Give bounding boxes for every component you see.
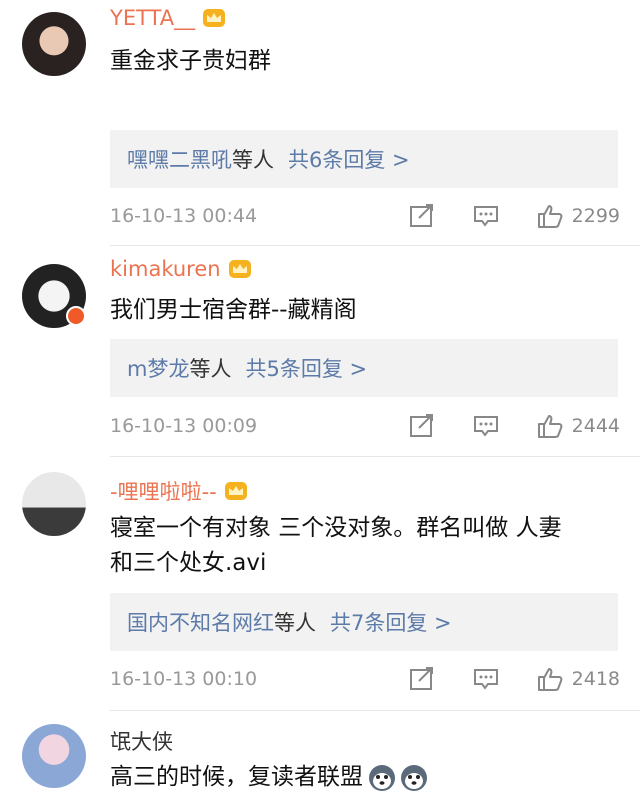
username[interactable]: kimakuren [110, 257, 253, 281]
action-bar: 2299 [408, 201, 620, 231]
like-count: 2418 [571, 668, 620, 690]
reply-names[interactable]: m梦龙 [127, 353, 189, 383]
comment-text-line: 重金求子贵妇群 [110, 48, 271, 74]
reply-count-link[interactable]: 共5条回复 > [245, 353, 367, 383]
crown-icon [228, 260, 251, 278]
comment-text: 寝室一个有对象 三个没对象。群名叫做 人妻 和三个处女.avi [110, 511, 620, 581]
divider [110, 245, 640, 246]
comment-text: 重金求子贵妇群 [110, 44, 620, 79]
share-icon[interactable] [408, 666, 436, 692]
username[interactable]: -哩哩啦啦-- [110, 476, 249, 506]
reply-preview[interactable]: 嘿嘿二黑吼 等人 共6条回复 > [110, 130, 618, 188]
username-text[interactable]: YETTA__ [110, 6, 195, 30]
comment-footer: 16-10-13 00:09 2444 [110, 411, 620, 441]
reply-etc: 等人 [189, 357, 232, 381]
timestamp: 16-10-13 00:44 [110, 205, 258, 227]
share-icon[interactable] [408, 203, 436, 229]
username-text[interactable]: -哩哩啦啦-- [110, 476, 217, 506]
thumbs-up-icon[interactable] [536, 203, 564, 229]
username[interactable]: 氓大侠 [110, 726, 173, 756]
comment-icon[interactable] [472, 666, 500, 692]
thumbs-up-icon[interactable] [536, 666, 564, 692]
action-bar: 2418 [408, 664, 620, 694]
verified-badge [66, 306, 86, 326]
username[interactable]: YETTA__ [110, 6, 227, 30]
husky-emoji-icon [369, 764, 395, 791]
divider [110, 710, 640, 711]
thumbs-up-icon[interactable] [536, 413, 564, 439]
crown-icon [224, 482, 247, 500]
avatar[interactable] [22, 12, 86, 76]
comment-footer: 16-10-13 00:10 2418 [110, 664, 620, 694]
timestamp: 16-10-13 00:10 [110, 668, 258, 690]
comment-text: 我们男士宿舍群--藏精阁 [110, 293, 620, 328]
share-icon[interactable] [408, 413, 436, 439]
comment-icon[interactable] [472, 413, 500, 439]
avatar[interactable] [22, 724, 86, 788]
divider [110, 456, 640, 457]
reply-preview[interactable]: m梦龙 等人 共5条回复 > [110, 339, 618, 397]
comment-text: 高三的时候，复读者联盟 [110, 760, 620, 795]
crown-icon [203, 9, 226, 27]
reply-preview[interactable]: 国内不知名网红 等人 共7条回复 > [110, 593, 618, 651]
comment-text-line: 寝室一个有对象 三个没对象。群名叫做 人妻 [110, 515, 562, 541]
comment-footer: 16-10-13 00:44 2299 [110, 201, 620, 231]
action-bar: 2444 [408, 411, 620, 441]
like-count: 2444 [571, 415, 620, 437]
reply-count-link[interactable]: 共6条回复 > [288, 144, 410, 174]
comment-icon[interactable] [472, 203, 500, 229]
username-text[interactable]: kimakuren [110, 257, 221, 281]
timestamp: 16-10-13 00:09 [110, 415, 258, 437]
reply-etc: 等人 [274, 611, 316, 635]
username-text[interactable]: 氓大侠 [110, 726, 173, 756]
like-count: 2299 [571, 205, 620, 227]
comment-text-line: 我们男士宿舍群--藏精阁 [110, 297, 357, 323]
comment-text-line: 高三的时候，复读者联盟 [110, 764, 363, 790]
reply-names[interactable]: 嘿嘿二黑吼 [127, 144, 232, 174]
comment-text-line: 和三个处女.avi [110, 550, 267, 576]
reply-names[interactable]: 国内不知名网红 [127, 607, 274, 637]
avatar[interactable] [22, 472, 86, 536]
husky-emoji-icon [401, 764, 427, 791]
reply-count-link[interactable]: 共7条回复 > [330, 607, 452, 637]
reply-etc: 等人 [232, 148, 274, 172]
